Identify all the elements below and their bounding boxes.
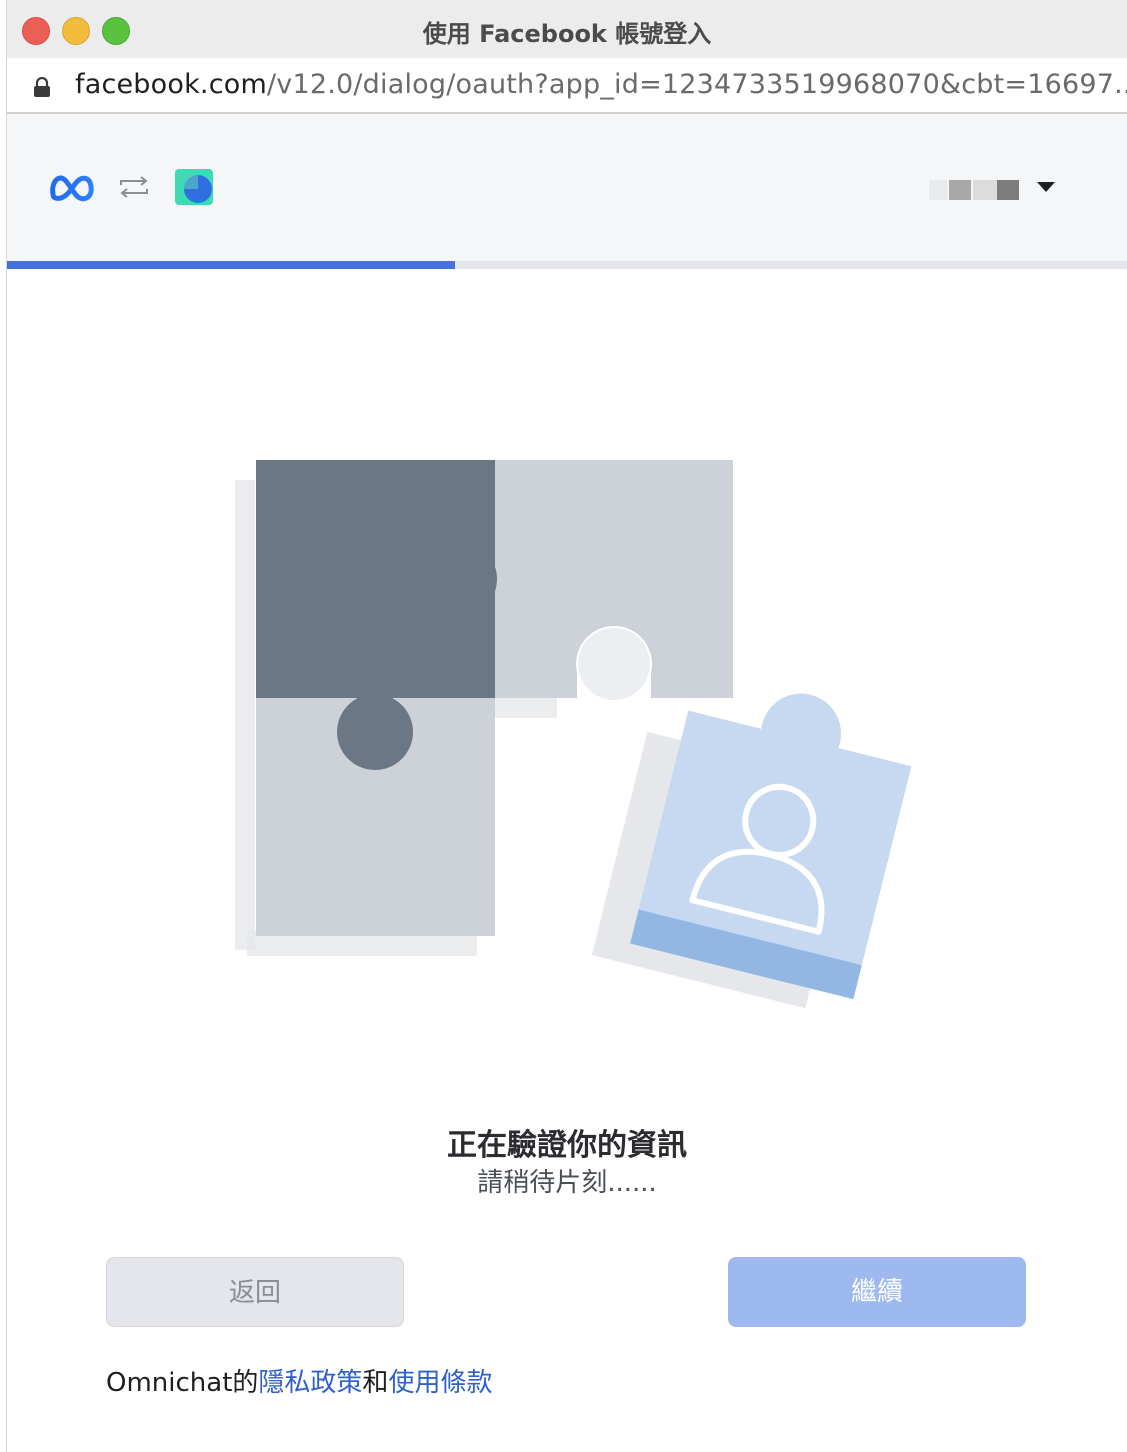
oauth-popup-window: 使用 Facebook 帳號登入 facebook.com/v12.0/dial… xyxy=(6,0,1127,1452)
privacy-policy-link[interactable]: 隱私政策 xyxy=(258,1368,362,1398)
terms-of-use-link[interactable]: 使用條款 xyxy=(388,1368,492,1398)
back-button[interactable]: 返回 xyxy=(106,1257,404,1327)
omnichat-logo-icon xyxy=(175,169,213,205)
puzzle-profile-illustration xyxy=(235,460,912,1009)
footer-legal: Omnichat的隱私政策和使用條款 xyxy=(106,1362,492,1399)
footer-prefix: Omnichat的 xyxy=(106,1368,259,1398)
meta-logo-icon xyxy=(50,175,94,202)
continue-button[interactable]: 繼續 xyxy=(728,1257,1026,1327)
status-title: 正在驗證你的資訊 xyxy=(447,1128,687,1163)
window-title: 使用 Facebook 帳號登入 xyxy=(422,20,712,48)
account-avatar-blurred[interactable] xyxy=(929,178,1025,202)
status-subtitle: 請稍待片刻...... xyxy=(477,1168,657,1198)
address-bar[interactable]: facebook.com/v12.0/dialog/oauth?app_id=1… xyxy=(7,58,1127,114)
lock-icon xyxy=(34,77,50,97)
caret-down-icon[interactable] xyxy=(1037,182,1055,192)
url-domain: facebook.com xyxy=(75,69,267,100)
footer-conjunction: 和 xyxy=(362,1368,389,1398)
progress-bar xyxy=(7,261,1127,269)
url-path: /v12.0/dialog/oauth?app_id=1234733519968… xyxy=(266,69,1127,100)
dialog-header xyxy=(7,114,1127,261)
url-text[interactable]: facebook.com/v12.0/dialog/oauth?app_id=1… xyxy=(75,69,1127,100)
sync-arrows-icon xyxy=(120,176,148,198)
window-titlebar: 使用 Facebook 帳號登入 xyxy=(7,0,1127,59)
progress-bar-fill xyxy=(7,261,455,269)
